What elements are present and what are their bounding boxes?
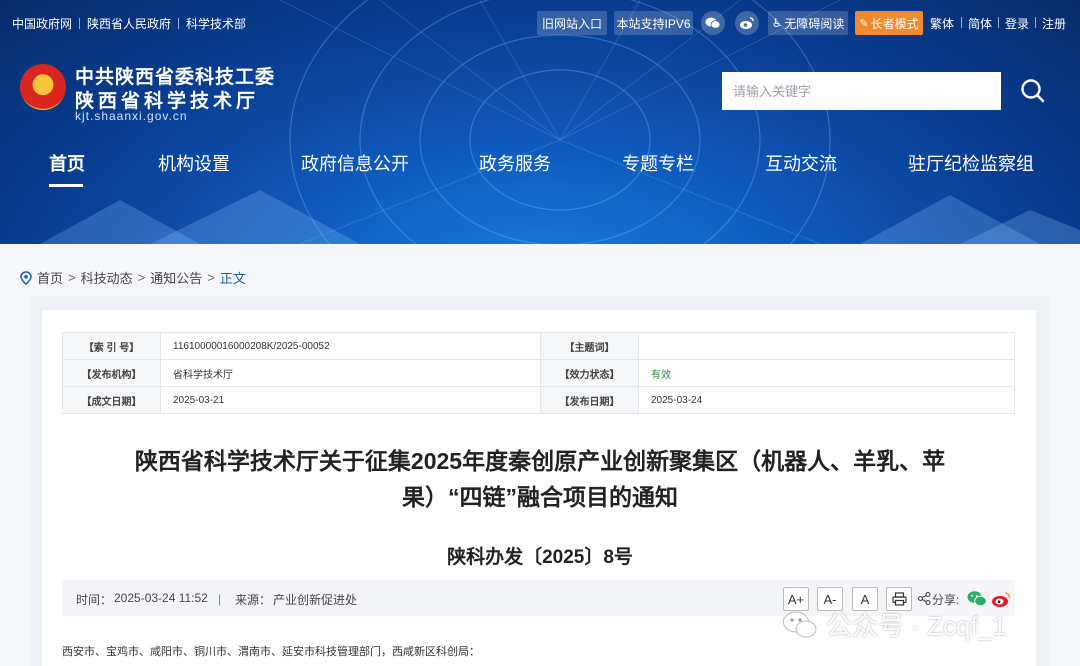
print-icon [891, 592, 907, 606]
meta-label-subject: 【主题词】 [540, 332, 639, 360]
nav-item-gov-info[interactable]: 政府信息公开 [301, 150, 409, 176]
accessibility-label: 无障碍阅读 [784, 16, 845, 31]
weibo-icon[interactable] [735, 11, 759, 35]
site-header: 中国政府网 陕西省人民政府 科学技术部 旧网站入口 本站支持IPV6 ♿ 无障碍… [0, 0, 1080, 244]
traditional-chinese-link[interactable]: 繁体 [930, 15, 954, 32]
watermark: 公众号 · Zcqf_1 [782, 606, 1007, 643]
publish-time-label: 时间： [76, 593, 113, 607]
divider [961, 17, 962, 28]
meta-label-published: 【发布日期】 [540, 386, 639, 414]
share-icon [918, 592, 931, 605]
meta-value-published: 2025-03-24 [638, 386, 1015, 414]
document-number: 陕科办发〔2025〕8号 [447, 547, 633, 568]
accessibility-icon: ♿ [771, 16, 783, 30]
watermark-text: 公众号 · Zcqf_1 [826, 611, 1007, 641]
source-label: 来源： [235, 593, 272, 607]
table-row: 【发布机构】 省科学技术厅 【效力状态】 有效 [62, 359, 1015, 387]
search-button[interactable] [1008, 72, 1058, 110]
source-value: 产业创新促进处 [273, 593, 358, 607]
elder-mode-icon: ✎ [859, 17, 869, 30]
site-url: kjt.shaanxi.gov.cn [75, 109, 188, 123]
meta-label-index: 【索 引 号】 [62, 332, 161, 360]
nav-active-indicator [49, 184, 83, 187]
search-input[interactable] [722, 72, 1001, 110]
breadcrumb-current: 正文 [219, 271, 246, 286]
nav-item-topics[interactable]: 专题专栏 [622, 150, 694, 176]
login-link[interactable]: 登录 [1005, 15, 1029, 32]
top-links: 中国政府网 陕西省人民政府 科学技术部 [12, 15, 246, 32]
search-icon [1021, 79, 1045, 103]
breadcrumb: 首页 > 科技动态 > 通知公告 > 正文 [20, 268, 246, 287]
breadcrumb-separator: > [137, 270, 146, 285]
nav-item-organization[interactable]: 机构设置 [158, 150, 230, 176]
nav-item-services[interactable]: 政务服务 [479, 150, 551, 176]
document-title: 陕西省科学技术厅关于征集2025年度秦创原产业创新聚集区（机器人、羊乳、苹果）“… [134, 448, 946, 510]
breadcrumb-separator: > [207, 270, 215, 285]
publish-time-value: 2025-03-24 11:52 [114, 591, 208, 605]
divider [178, 18, 180, 29]
breadcrumb-separator: > [68, 270, 76, 285]
breadcrumb-notices[interactable]: 通知公告 [150, 268, 202, 287]
meta-label-publisher: 【发布机构】 [62, 359, 161, 387]
wechat-icon[interactable] [701, 11, 725, 35]
divider [79, 18, 81, 29]
accessibility-button[interactable]: ♿ 无障碍阅读 [768, 11, 848, 35]
meta-label-validity: 【效力状态】 [540, 359, 639, 387]
meta-value-validity: 有效 [638, 359, 1015, 387]
meta-label-created: 【成文日期】 [62, 386, 161, 414]
ipv6-button[interactable]: 本站支持IPV6 [614, 11, 693, 35]
breadcrumb-tech-news[interactable]: 科技动态 [81, 268, 133, 287]
article-body-first-line: 西安市、宝鸡市、咸阳市、铜川市、渭南市、延安市科技管理部门，西咸新区科创局： [62, 646, 480, 658]
wechat-watermark-icon [783, 611, 817, 637]
register-link[interactable]: 注册 [1042, 15, 1066, 32]
nav-item-home[interactable]: 首页 [49, 150, 85, 176]
table-row: 【成文日期】 2025-03-21 【发布日期】 2025-03-24 [62, 386, 1015, 414]
nav-item-interaction[interactable]: 互动交流 [765, 150, 837, 176]
meta-value-index: 11610000016000208K/2025-00052 [160, 332, 541, 360]
top-link-gov-cn[interactable]: 中国政府网 [12, 15, 72, 32]
top-link-shaanxi-gov[interactable]: 陕西省人民政府 [87, 15, 171, 32]
divider [1035, 17, 1036, 28]
info-separator: | [218, 592, 222, 606]
main-nav: 首页 机构设置 政府信息公开 政务服务 专题专栏 互动交流 驻厅纪检监察组 [0, 150, 1080, 190]
elder-mode-label: 长者模式 [870, 16, 919, 31]
national-emblem-logo[interactable] [20, 64, 66, 110]
document-metadata-table: 【索 引 号】 11610000016000208K/2025-00052 【主… [62, 332, 1015, 414]
site-name-line1: 中共陕西省委科技工委 [75, 67, 276, 88]
divider [998, 17, 999, 28]
simplified-chinese-link[interactable]: 简体 [968, 15, 992, 32]
meta-value-publisher: 省科学技术厅 [160, 359, 541, 387]
nav-item-discipline-inspection[interactable]: 驻厅纪检监察组 [908, 150, 1034, 176]
top-link-most[interactable]: 科学技术部 [186, 15, 246, 32]
elder-mode-button[interactable]: ✎ 长者模式 [855, 11, 923, 35]
old-site-button[interactable]: 旧网站入口 [537, 11, 607, 35]
table-row: 【索 引 号】 11610000016000208K/2025-00052 【主… [62, 332, 1015, 360]
meta-value-subject [638, 332, 1015, 360]
breadcrumb-home[interactable]: 首页 [37, 268, 63, 287]
meta-value-created: 2025-03-21 [160, 386, 541, 414]
location-pin-icon [20, 270, 32, 285]
